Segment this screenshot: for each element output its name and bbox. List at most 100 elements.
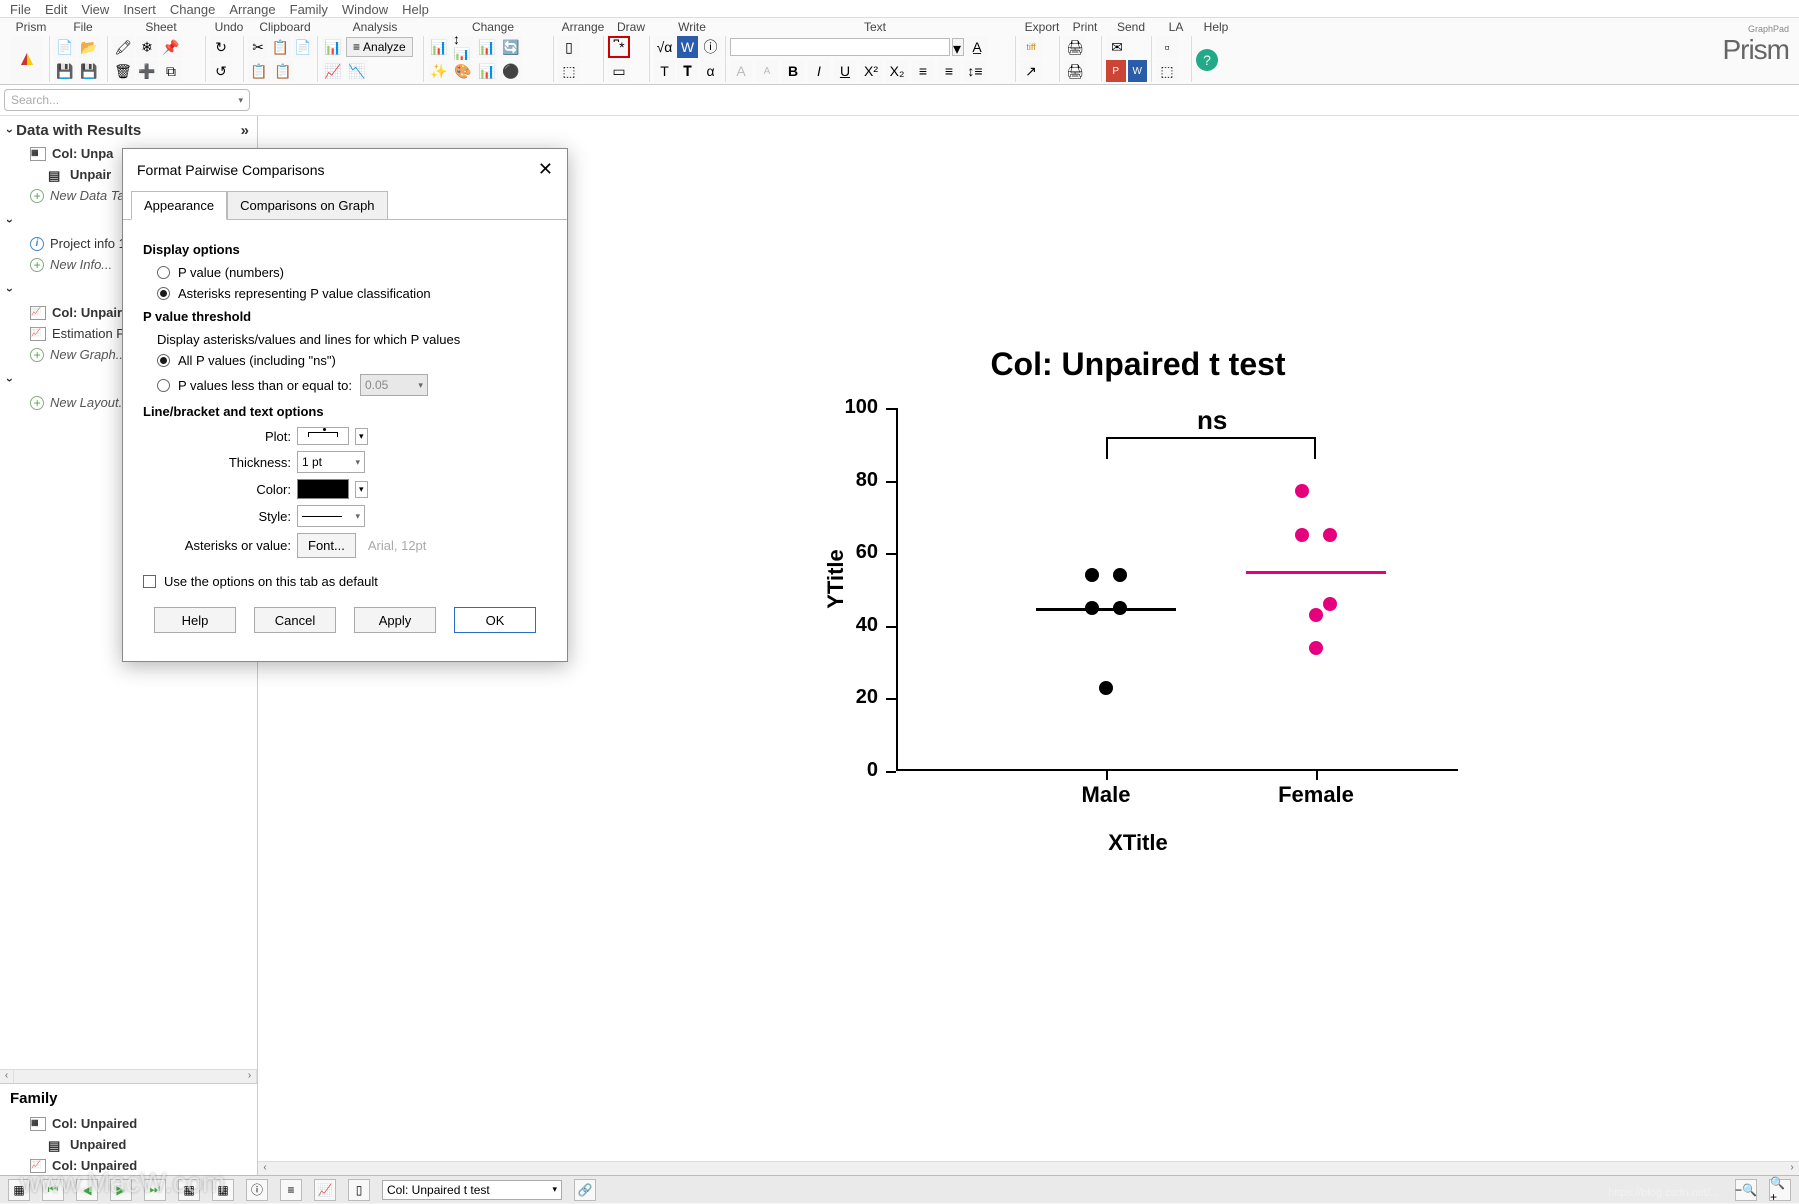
draw-rect-icon[interactable]: ▭: [608, 60, 630, 82]
superscript-icon[interactable]: X²: [860, 60, 882, 82]
status-link-icon[interactable]: 🔗: [574, 1179, 596, 1201]
sidebar-scroll[interactable]: ‹›: [0, 1069, 257, 1083]
help-button[interactable]: Help: [154, 607, 236, 633]
send-mail-icon[interactable]: ✉: [1106, 36, 1128, 58]
x-category-label[interactable]: Male: [1046, 782, 1166, 808]
mean-line[interactable]: [1246, 571, 1386, 574]
status-sheet-select[interactable]: Col: Unpaired t test▾: [382, 1180, 562, 1200]
prism-logo-icon[interactable]: [11, 36, 43, 82]
analysis-1-icon[interactable]: 📊: [322, 36, 344, 58]
export-tiff-icon[interactable]: tiff: [1020, 36, 1042, 58]
save-as-icon[interactable]: 💾: [78, 60, 100, 82]
font-family-dd[interactable]: ▾: [952, 38, 964, 56]
paste-icon[interactable]: 📄: [293, 36, 313, 58]
comparison-label[interactable]: ns: [1197, 405, 1227, 436]
send-word-icon[interactable]: W: [1128, 60, 1148, 82]
align-left-icon[interactable]: ≡: [912, 60, 934, 82]
menu-help[interactable]: Help: [402, 2, 429, 15]
add-sheet-icon[interactable]: ➕: [136, 60, 158, 82]
menu-file[interactable]: File: [10, 2, 31, 15]
chart-title[interactable]: Col: Unpaired t test: [818, 346, 1458, 383]
line-spacing-icon[interactable]: ↕≡: [964, 60, 986, 82]
duplicate-sheet-icon[interactable]: ⧉: [160, 60, 182, 82]
copy-icon[interactable]: 📋: [270, 36, 290, 58]
use-default-checkbox[interactable]: [143, 575, 156, 588]
tab-comparisons[interactable]: Comparisons on Graph: [227, 191, 387, 220]
search-dd-icon[interactable]: ▾: [238, 95, 243, 106]
menu-insert[interactable]: Insert: [123, 2, 156, 15]
analysis-2-icon[interactable]: 📈: [322, 60, 344, 82]
send-ppt-icon[interactable]: P: [1106, 60, 1126, 82]
change-chart-2-icon[interactable]: ↕📊: [452, 36, 474, 58]
sidebar-family-item-0[interactable]: ▦Col: Unpaired: [0, 1113, 257, 1134]
data-point[interactable]: [1323, 597, 1337, 611]
font-color-icon[interactable]: A̲: [966, 36, 988, 58]
new-file-icon[interactable]: 📄: [54, 36, 76, 58]
status-table-icon[interactable]: ▦: [178, 1179, 200, 1201]
radio-pvalue-numbers[interactable]: [157, 266, 170, 279]
word-icon[interactable]: W: [677, 36, 698, 58]
clipboard-icon[interactable]: 📋: [248, 60, 270, 82]
search-input[interactable]: Search... ▾: [4, 89, 250, 111]
pin-icon[interactable]: 📌: [160, 36, 182, 58]
color-swatch[interactable]: [297, 479, 349, 499]
highlight-icon[interactable]: 🖍: [112, 36, 134, 58]
print-preview-icon[interactable]: 🖨: [1064, 60, 1086, 82]
menu-change[interactable]: Change: [170, 2, 216, 15]
la-1-icon[interactable]: ▫: [1156, 36, 1178, 58]
magic-icon[interactable]: ✨: [428, 60, 450, 82]
menu-view[interactable]: View: [81, 2, 109, 15]
status-grid-icon[interactable]: ▦: [212, 1179, 234, 1201]
open-file-icon[interactable]: 📂: [78, 36, 100, 58]
style-select[interactable]: ▾: [297, 505, 365, 527]
subscript-icon[interactable]: X₂: [886, 60, 908, 82]
text-tool-icon[interactable]: T: [654, 60, 675, 82]
paste-special-icon[interactable]: 📋: [272, 60, 294, 82]
apply-button[interactable]: Apply: [354, 607, 436, 633]
expand-icon[interactable]: »: [241, 122, 249, 139]
ok-button[interactable]: OK: [454, 607, 536, 633]
change-colors-icon[interactable]: 🎨: [452, 60, 474, 82]
equation-icon[interactable]: √α: [654, 36, 675, 58]
radio-p-lte[interactable]: [157, 379, 170, 392]
bold-icon[interactable]: B: [782, 60, 804, 82]
plot-dd-icon[interactable]: ▾: [355, 428, 368, 445]
menu-window[interactable]: Window: [342, 2, 388, 15]
data-point[interactable]: [1099, 681, 1113, 695]
print-icon[interactable]: 🖨: [1064, 36, 1086, 58]
status-info-icon[interactable]: ⓘ: [246, 1179, 268, 1201]
mean-line[interactable]: [1036, 608, 1176, 611]
status-graph-icon[interactable]: 📈: [314, 1179, 336, 1201]
sidebar-family-item-1[interactable]: ▤Unpaired: [0, 1134, 257, 1155]
status-nav-prev-icon[interactable]: ◀: [76, 1179, 98, 1201]
color-scheme-icon[interactable]: ⚫: [500, 60, 522, 82]
p-threshold-input[interactable]: 0.05▾: [360, 374, 428, 396]
status-nav-first-icon[interactable]: ⏮: [42, 1179, 64, 1201]
menu-family[interactable]: Family: [290, 2, 328, 15]
align-center-icon[interactable]: ≡: [938, 60, 960, 82]
la-2-icon[interactable]: ⬚: [1156, 60, 1178, 82]
analysis-3-icon[interactable]: 📉: [346, 60, 368, 82]
change-chart-1-icon[interactable]: 📊: [428, 36, 450, 58]
status-nav-next-icon[interactable]: ▶: [110, 1179, 132, 1201]
align-icon[interactable]: ▯: [558, 36, 580, 58]
close-icon[interactable]: ✕: [538, 159, 553, 180]
undo-icon[interactable]: ↺: [210, 60, 232, 82]
status-sheet-icon[interactable]: ▦: [8, 1179, 30, 1201]
delete-sheet-icon[interactable]: 🗑: [112, 60, 134, 82]
x-axis-title[interactable]: XTitle: [818, 830, 1458, 856]
sidebar-family-item-2[interactable]: 📈Col: Unpaired: [0, 1155, 257, 1176]
font-shrink-icon[interactable]: A: [756, 60, 778, 82]
comparison-bracket[interactable]: [1106, 437, 1316, 439]
menu-arrange[interactable]: Arrange: [229, 2, 275, 15]
zoom-in-icon[interactable]: 🔍+: [1769, 1179, 1791, 1201]
analyze-button[interactable]: ≡Analyze: [346, 37, 413, 57]
greek-icon[interactable]: α: [700, 60, 721, 82]
data-point[interactable]: [1085, 568, 1099, 582]
info-write-icon[interactable]: ⓘ: [700, 36, 721, 58]
change-chart-3-icon[interactable]: 📊: [476, 36, 498, 58]
status-layout-icon[interactable]: ▯: [348, 1179, 370, 1201]
sidebar-data-header[interactable]: › Data with Results »: [0, 116, 257, 143]
underline-icon[interactable]: U: [834, 60, 856, 82]
data-point[interactable]: [1323, 528, 1337, 542]
